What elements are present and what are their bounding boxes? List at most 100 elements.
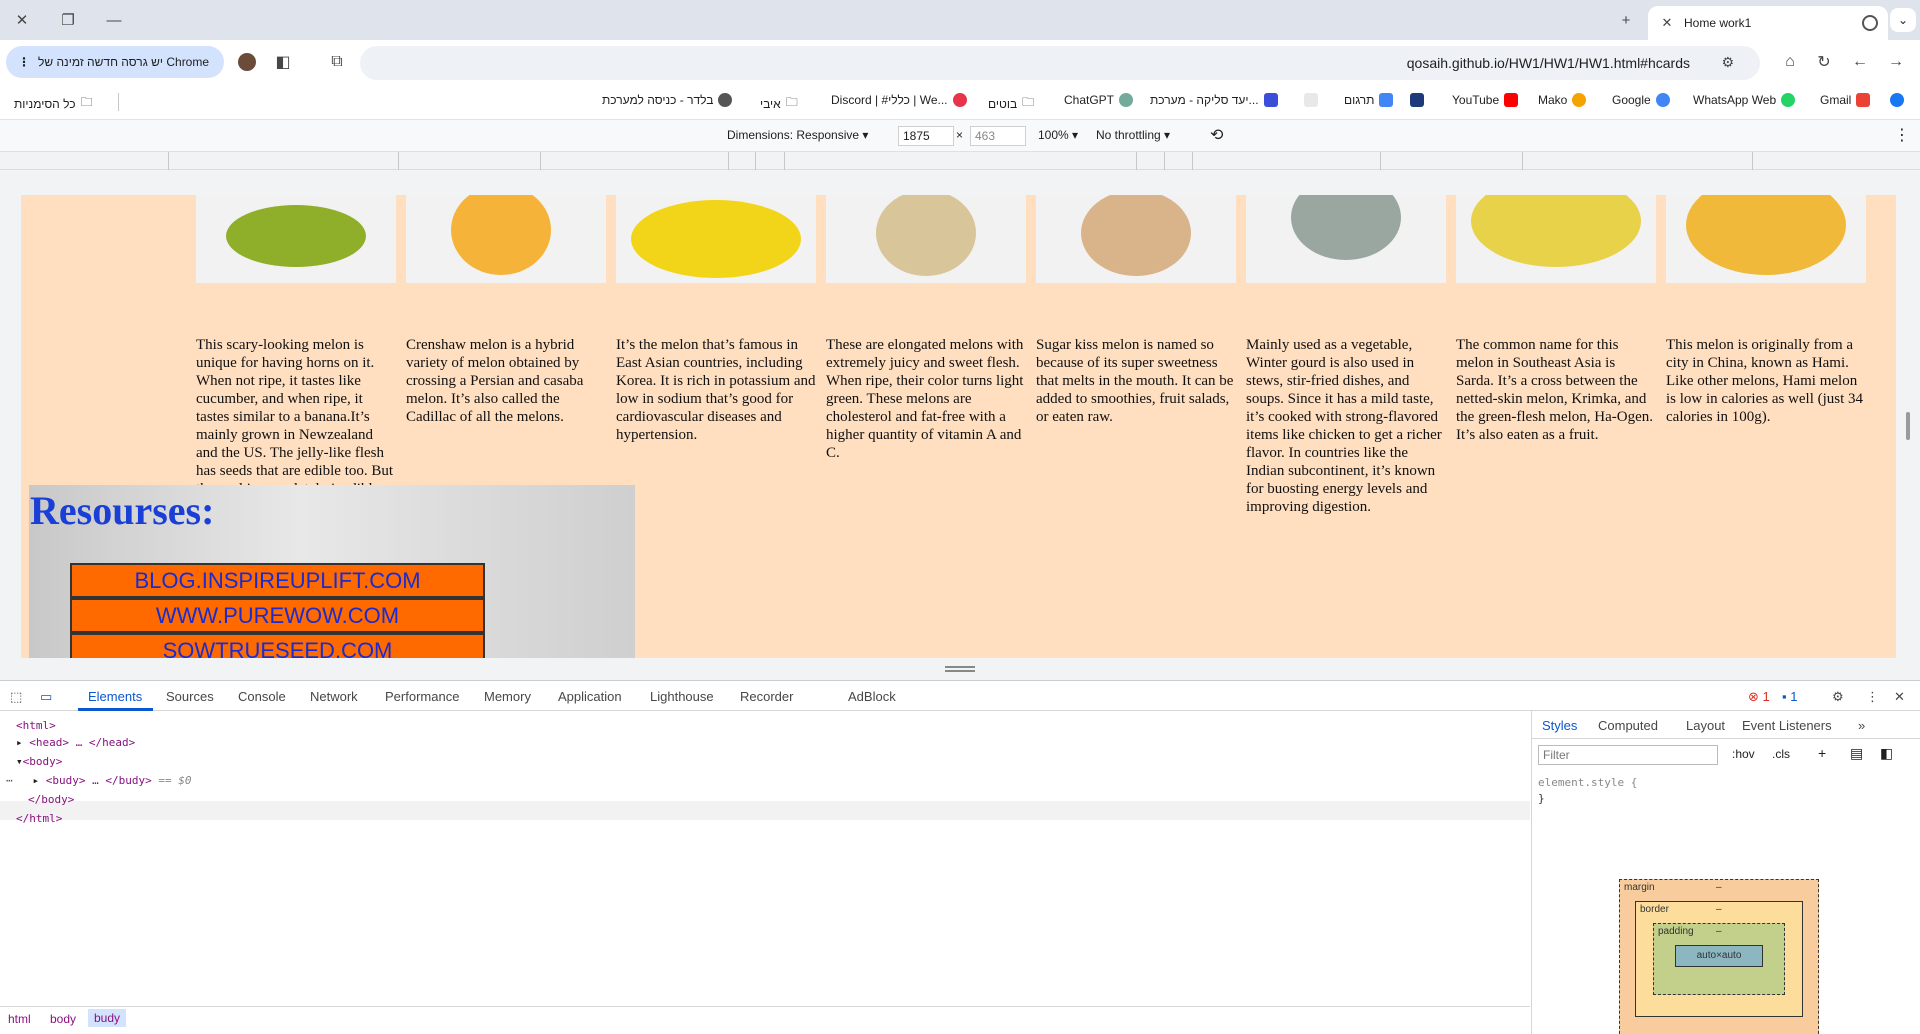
chevron-down-icon[interactable]: ⌄: [1890, 8, 1916, 32]
zoom-select[interactable]: 100% ▾: [1038, 128, 1078, 142]
height-input[interactable]: 463: [970, 126, 1026, 146]
url-text[interactable]: qosaih.github.io/HW1/HW1/HW1.html#hcards: [1407, 55, 1690, 71]
tab-elements[interactable]: Elements: [88, 689, 142, 704]
bookmark-ivi-folder[interactable]: איבי 🗀: [760, 93, 798, 114]
profile-avatar-icon[interactable]: [235, 50, 259, 74]
box-padding-top: –: [1716, 926, 1722, 937]
tab-performance[interactable]: Performance: [385, 689, 459, 704]
active-tab-indicator: [78, 708, 153, 711]
more-options-icon[interactable]: ⋮: [1866, 689, 1879, 705]
tab-sources[interactable]: Sources: [166, 689, 214, 704]
viewport-resize-handle[interactable]: [945, 666, 975, 672]
bookmark-google[interactable]: Google: [1612, 93, 1670, 107]
inspect-element-icon[interactable]: ⬚: [10, 689, 22, 705]
tab-network[interactable]: Network: [310, 689, 358, 704]
dom-node-html-close[interactable]: </html>: [16, 810, 62, 827]
new-rule-icon[interactable]: +: [1818, 745, 1826, 761]
back-icon[interactable]: ←: [1848, 50, 1872, 74]
new-tab-icon[interactable]: +: [1614, 8, 1638, 32]
melon-description: The common name for this melon in Southe…: [1456, 337, 1654, 443]
bookmark-bots-folder[interactable]: בוטים 🗀: [988, 93, 1034, 114]
bookmark-label: ChatGPT: [1064, 93, 1115, 107]
element-style-selector[interactable]: element.style {: [1538, 775, 1637, 791]
tab-console[interactable]: Console: [238, 689, 286, 704]
dom-node-body[interactable]: ▾<body>: [16, 753, 62, 770]
resource-link[interactable]: WWW.PUREWOW.COM: [70, 598, 485, 633]
box-model-diagram: margin – border – padding – auto×auto: [1619, 879, 1819, 1034]
tab-close-icon[interactable]: ✕: [1658, 15, 1676, 31]
collapse-arrow-icon[interactable]: ▾: [16, 755, 23, 768]
cloud-icon[interactable]: [1304, 93, 1318, 107]
more-tabs-icon[interactable]: »: [1858, 718, 1865, 733]
message-count-badge[interactable]: ▪ 1: [1782, 689, 1797, 704]
settings-icon[interactable]: ⚙: [1832, 689, 1844, 705]
error-count-badge[interactable]: ⊗ 1: [1748, 689, 1770, 705]
tab-computed[interactable]: Computed: [1598, 718, 1658, 733]
styles-filter-input[interactable]: Filter: [1538, 745, 1718, 765]
bookmark-yaad[interactable]: יעד סליקה - מערכת...: [1150, 93, 1278, 107]
site-settings-icon[interactable]: ⚙: [1721, 54, 1734, 71]
close-devtools-icon[interactable]: ✕: [1894, 689, 1905, 705]
tab-styles[interactable]: Styles: [1542, 718, 1577, 733]
device-toggle-icon[interactable]: ▭: [40, 689, 52, 705]
tab-event-listeners[interactable]: Event Listeners: [1742, 718, 1832, 733]
row-menu-icon[interactable]: ⋯: [6, 774, 19, 787]
bookmark-translate[interactable]: תרגום: [1344, 93, 1394, 107]
bookmark-label: כל הסימניות: [14, 96, 76, 111]
bookmark-mako[interactable]: Mako: [1538, 93, 1587, 107]
tab-layout[interactable]: Layout: [1686, 718, 1725, 733]
update-chrome-chip[interactable]: ⋮ יש גרסה חדשה זמינה של Chrome: [6, 46, 224, 78]
bookmark-all-folder[interactable]: כל הסימניות 🗀: [14, 93, 93, 114]
dom-node-body-close[interactable]: </body>: [28, 791, 74, 808]
bookmark-discord[interactable]: Discord | #כללי | We...: [831, 93, 967, 107]
hover-state-toggle[interactable]: :hov: [1732, 747, 1755, 761]
dimensions-select[interactable]: Dimensions: Responsive ▾: [727, 128, 868, 142]
facebook-icon[interactable]: [1890, 93, 1904, 107]
width-input[interactable]: 1875: [898, 126, 954, 146]
resources-title: Resourses:: [30, 488, 215, 533]
sidebar-toggle-icon[interactable]: ◧: [1880, 745, 1893, 762]
element-style-rule: element.style { }: [1538, 775, 1637, 807]
crumb-html[interactable]: html: [8, 1012, 31, 1026]
home-icon[interactable]: ⌂: [1778, 50, 1802, 74]
rotate-icon[interactable]: ⟲: [1210, 125, 1223, 145]
paint-icon[interactable]: ▤: [1850, 745, 1863, 762]
throttling-select[interactable]: No throttling ▾: [1096, 128, 1170, 142]
resource-link[interactable]: BLOG.INSPIREUPLIFT.COM: [70, 563, 485, 598]
dom-node-budy[interactable]: ⋯ ▸ <budy> … </budy> == $0: [6, 772, 191, 789]
chatgpt-icon: [1119, 93, 1134, 107]
resource-link[interactable]: SOWTRUESEED.COM: [70, 633, 485, 658]
tab-memory[interactable]: Memory: [484, 689, 531, 704]
bookmark-gmail[interactable]: Gmail: [1820, 93, 1871, 107]
more-options-icon[interactable]: ⋮: [1894, 125, 1910, 145]
dom-node-body-text: <body>: [22, 755, 63, 768]
extensions-icon[interactable]: ⧉: [325, 50, 349, 74]
bookmark-chatgpt[interactable]: ChatGPT: [1064, 93, 1134, 107]
bookmark-youtube[interactable]: YouTube: [1452, 93, 1519, 107]
close-window-icon[interactable]: ✕: [10, 8, 34, 32]
font-icon[interactable]: [1410, 93, 1424, 107]
expand-arrow-icon[interactable]: ▸: [33, 774, 40, 787]
tab-recorder[interactable]: Recorder: [740, 689, 793, 704]
tab-lighthouse[interactable]: Lighthouse: [650, 689, 714, 704]
reload-icon[interactable]: ↻: [1812, 50, 1836, 74]
dom-node-head[interactable]: ▸ <head> … </head>: [16, 734, 135, 751]
forward-icon[interactable]: →: [1884, 50, 1908, 74]
bookmark-whatsapp[interactable]: WhatsApp Web: [1693, 93, 1796, 107]
media-query-ruler[interactable]: [0, 152, 1920, 170]
side-panel-icon[interactable]: ◧: [271, 50, 295, 74]
minimize-window-icon[interactable]: —: [102, 8, 126, 32]
crumb-budy[interactable]: budy: [88, 1009, 127, 1027]
crumb-body[interactable]: body: [50, 1012, 76, 1026]
expand-arrow-icon[interactable]: ▸: [16, 736, 23, 749]
viewport-scrollbar[interactable]: [1906, 412, 1910, 440]
dom-node-html[interactable]: <html>: [16, 717, 56, 734]
tab-application[interactable]: Application: [558, 689, 622, 704]
class-toggle[interactable]: .cls: [1772, 747, 1790, 761]
address-bar[interactable]: qosaih.github.io/HW1/HW1/HW1.html#hcards…: [360, 46, 1760, 80]
restore-window-icon[interactable]: ❐: [56, 8, 80, 32]
tab-home-work1[interactable]: ✕ Home work1: [1648, 6, 1888, 40]
bookmark-balder[interactable]: בלדר - כניסה למערכת: [602, 93, 733, 107]
box-content[interactable]: auto×auto: [1675, 945, 1763, 967]
tab-adblock[interactable]: AdBlock: [848, 689, 896, 704]
